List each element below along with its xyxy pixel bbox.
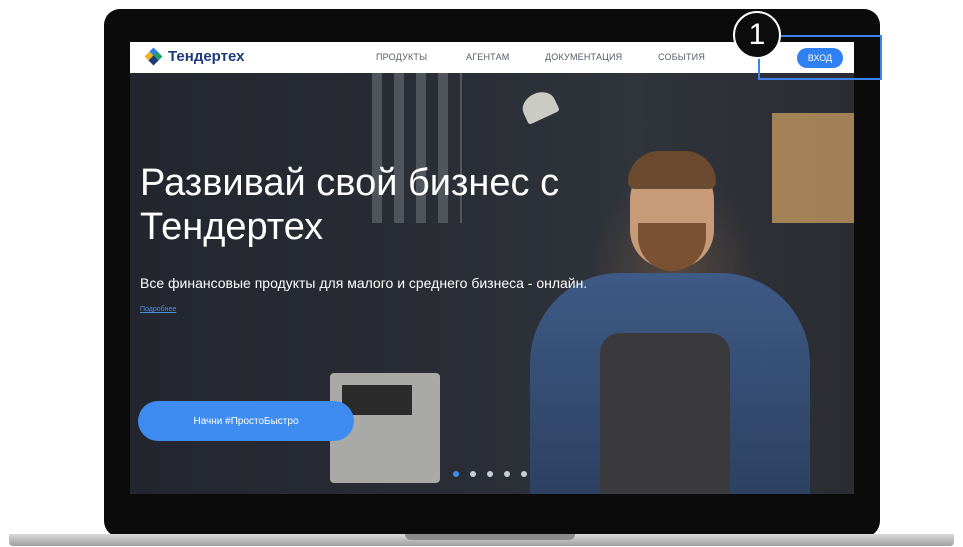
- logo[interactable]: Тендертех: [144, 47, 245, 65]
- nav-link-products[interactable]: ПРОДУКТЫ: [376, 52, 427, 62]
- hero-person-apron: [600, 333, 730, 494]
- cta-button[interactable]: Начни #ПростоБыстро: [138, 401, 354, 441]
- laptop-notch: [405, 534, 575, 540]
- website-screen: Тендертех ПРОДУКТЫ АГЕНТАМ ДОКУМЕНТАЦИЯ …: [130, 42, 854, 494]
- hero-background-machine-panel: [342, 385, 412, 415]
- logo-text: Тендертех: [168, 48, 245, 65]
- more-info-link[interactable]: Подробнее: [140, 306, 176, 313]
- nav-link-events[interactable]: СОБЫТИЯ: [658, 52, 705, 62]
- hero-banner: Развивай свой бизнес с Тендертех Все фин…: [130, 73, 854, 494]
- carousel-dot-2[interactable]: [470, 471, 476, 477]
- hero-background-lamp: [518, 87, 560, 125]
- carousel-dot-5[interactable]: [521, 471, 527, 477]
- step-number-badge: 1: [733, 11, 781, 59]
- diamond-logo-icon: [144, 47, 163, 65]
- carousel-dots: [453, 471, 527, 477]
- carousel-dot-4[interactable]: [504, 471, 510, 477]
- hero-title: Развивай свой бизнес с Тендертех: [140, 162, 560, 248]
- carousel-dot-1[interactable]: [453, 471, 459, 477]
- carousel-dot-3[interactable]: [487, 471, 493, 477]
- nav-link-documentation[interactable]: ДОКУМЕНТАЦИЯ: [545, 52, 622, 62]
- nav-link-agents[interactable]: АГЕНТАМ: [466, 52, 509, 62]
- hero-background-box: [772, 113, 854, 223]
- hero-subtitle: Все финансовые продукты для малого и сре…: [140, 275, 588, 291]
